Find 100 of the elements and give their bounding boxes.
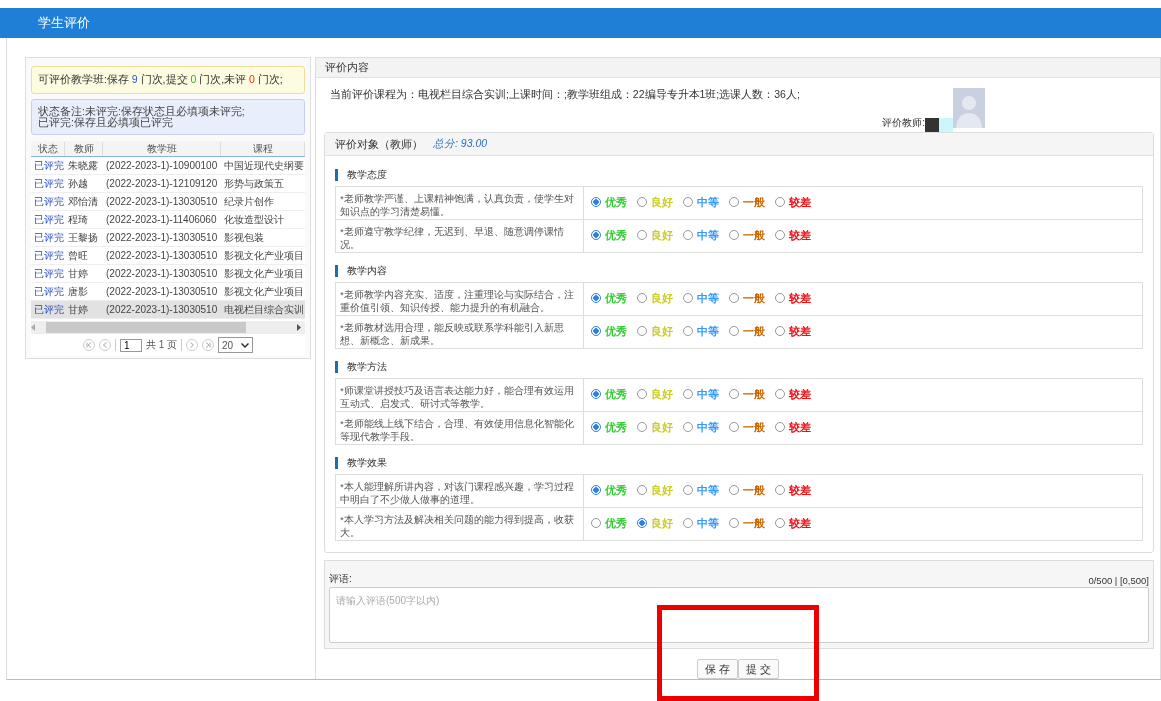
table-cell-text: 程琦	[67, 212, 89, 227]
radio-button[interactable]	[591, 326, 601, 336]
table-row[interactable]: 已评完 程琦 (2022-2023-1)-11406060 化妆造型设计	[31, 211, 305, 229]
rating-label[interactable]: 中等	[697, 194, 719, 210]
rating-label[interactable]: 优秀	[605, 482, 627, 498]
radio-button[interactable]	[637, 197, 647, 207]
rating-label[interactable]: 较差	[789, 323, 811, 339]
radio-button[interactable]	[591, 230, 601, 240]
rating-label[interactable]: 较差	[789, 290, 811, 306]
radio-button[interactable]	[775, 422, 785, 432]
radio-button[interactable]	[683, 422, 693, 432]
radio-button[interactable]	[637, 389, 647, 399]
rating-label[interactable]: 优秀	[605, 515, 627, 531]
radio-button[interactable]	[775, 389, 785, 399]
radio-button[interactable]	[729, 230, 739, 240]
radio-button[interactable]	[637, 293, 647, 303]
first-page-icon[interactable]	[82, 339, 95, 351]
rating-label[interactable]: 中等	[697, 482, 719, 498]
scroll-left-icon[interactable]	[31, 324, 36, 331]
rating-label[interactable]: 一般	[743, 290, 765, 306]
radio-button[interactable]	[729, 518, 739, 528]
rating-label[interactable]: 中等	[697, 290, 719, 306]
radio-button[interactable]	[683, 389, 693, 399]
rating-label[interactable]: 一般	[743, 227, 765, 243]
radio-button[interactable]	[775, 197, 785, 207]
action-button[interactable]: 提 交	[738, 659, 780, 679]
column-header[interactable]: 课程	[221, 141, 305, 156]
rating-label[interactable]: 优秀	[605, 290, 627, 306]
action-button[interactable]: 保 存	[696, 659, 738, 679]
rating-label[interactable]: 较差	[789, 194, 811, 210]
horizontal-scrollbar[interactable]	[31, 321, 305, 334]
previous-page-icon[interactable]	[98, 339, 111, 351]
radio-button[interactable]	[775, 518, 785, 528]
rating-label[interactable]: 中等	[697, 515, 719, 531]
rating-label[interactable]: 较差	[789, 227, 811, 243]
rating-label[interactable]: 一般	[743, 515, 765, 531]
rating-label[interactable]: 优秀	[605, 194, 627, 210]
radio-button[interactable]	[775, 326, 785, 336]
radio-button[interactable]	[775, 230, 785, 240]
next-page-icon[interactable]	[186, 339, 198, 351]
radio-button[interactable]	[591, 197, 601, 207]
rating-label[interactable]: 优秀	[605, 227, 627, 243]
rating-label[interactable]: 中等	[697, 419, 719, 435]
radio-button[interactable]	[637, 485, 647, 495]
radio-button[interactable]	[683, 485, 693, 495]
rating-label[interactable]: 一般	[743, 194, 765, 210]
radio-button[interactable]	[775, 485, 785, 495]
table-row[interactable]: 已评完 曾旺 (2022-2023-1)-13030510 影视文化产业项目	[31, 247, 305, 265]
rating-label[interactable]: 较差	[789, 386, 811, 402]
rating-label[interactable]: 一般	[743, 482, 765, 498]
radio-button[interactable]	[729, 293, 739, 303]
table-cell-text: 影视文化产业项目	[223, 284, 305, 299]
comment-field[interactable]: 请输入评语(500字以内)	[329, 587, 1149, 643]
rating-label[interactable]: 优秀	[605, 419, 627, 435]
last-page-icon[interactable]	[202, 339, 214, 351]
rating-label[interactable]: 较差	[789, 515, 811, 531]
table-row[interactable]: 已评完 王黎扬 (2022-2023-1)-13030510 影视包装	[31, 229, 305, 247]
rating-label[interactable]: 较差	[789, 419, 811, 435]
radio-button[interactable]	[683, 518, 693, 528]
evaluation-summary: 可评价教学班:保存 9 门次,提交 0 门次,未评 0 门次;	[31, 66, 305, 94]
rating-label[interactable]: 一般	[743, 323, 765, 339]
radio-button[interactable]	[591, 389, 601, 399]
rating-label[interactable]: 较差	[789, 482, 811, 498]
column-header[interactable]: 教师	[65, 141, 103, 156]
radio-button[interactable]	[591, 518, 601, 528]
table-row[interactable]: 已评完 邓怡清 (2022-2023-1)-13030510 纪录片创作	[31, 193, 305, 211]
radio-button[interactable]	[637, 230, 647, 240]
radio-button[interactable]	[683, 197, 693, 207]
radio-button[interactable]	[683, 326, 693, 336]
radio-button[interactable]	[637, 326, 647, 336]
radio-button[interactable]	[729, 485, 739, 495]
table-row[interactable]: 已评完 朱晓露 (2022-2023-1)-10900100 中国近现代史纲要	[31, 157, 305, 175]
rating-label[interactable]: 中等	[697, 386, 719, 402]
radio-button[interactable]	[729, 326, 739, 336]
page-number-field[interactable]: 1	[119, 338, 142, 352]
radio-button[interactable]	[729, 422, 739, 432]
radio-button[interactable]	[591, 422, 601, 432]
rating-label[interactable]: 一般	[743, 419, 765, 435]
radio-button[interactable]	[775, 293, 785, 303]
radio-button[interactable]	[683, 293, 693, 303]
page-size-select[interactable]: 20	[218, 337, 254, 353]
radio-button[interactable]	[591, 485, 601, 495]
table-row[interactable]: 已评完 甘婷 (2022-2023-1)-13030510 影视文化产业项目	[31, 265, 305, 283]
scroll-right-icon[interactable]	[296, 324, 301, 331]
rating-label[interactable]: 优秀	[605, 386, 627, 402]
rating-label[interactable]: 中等	[697, 323, 719, 339]
radio-button[interactable]	[591, 293, 601, 303]
radio-button[interactable]	[683, 230, 693, 240]
table-row[interactable]: 已评完 甘婷 (2022-2023-1)-13030510 电视栏目综合实训	[31, 301, 305, 319]
rating-label[interactable]: 中等	[697, 227, 719, 243]
column-header[interactable]: 状态	[31, 141, 65, 156]
rating-label[interactable]: 优秀	[605, 323, 627, 339]
table-row[interactable]: 已评完 孙越 (2022-2023-1)-12109120 形势与政策五	[31, 175, 305, 193]
column-header[interactable]: 教学班	[103, 141, 221, 156]
radio-button[interactable]	[637, 518, 647, 528]
highlight-block	[939, 118, 953, 132]
radio-button[interactable]	[637, 422, 647, 432]
rating-label[interactable]: 一般	[743, 386, 765, 402]
radio-button[interactable]	[729, 389, 739, 399]
radio-button[interactable]	[729, 197, 739, 207]
